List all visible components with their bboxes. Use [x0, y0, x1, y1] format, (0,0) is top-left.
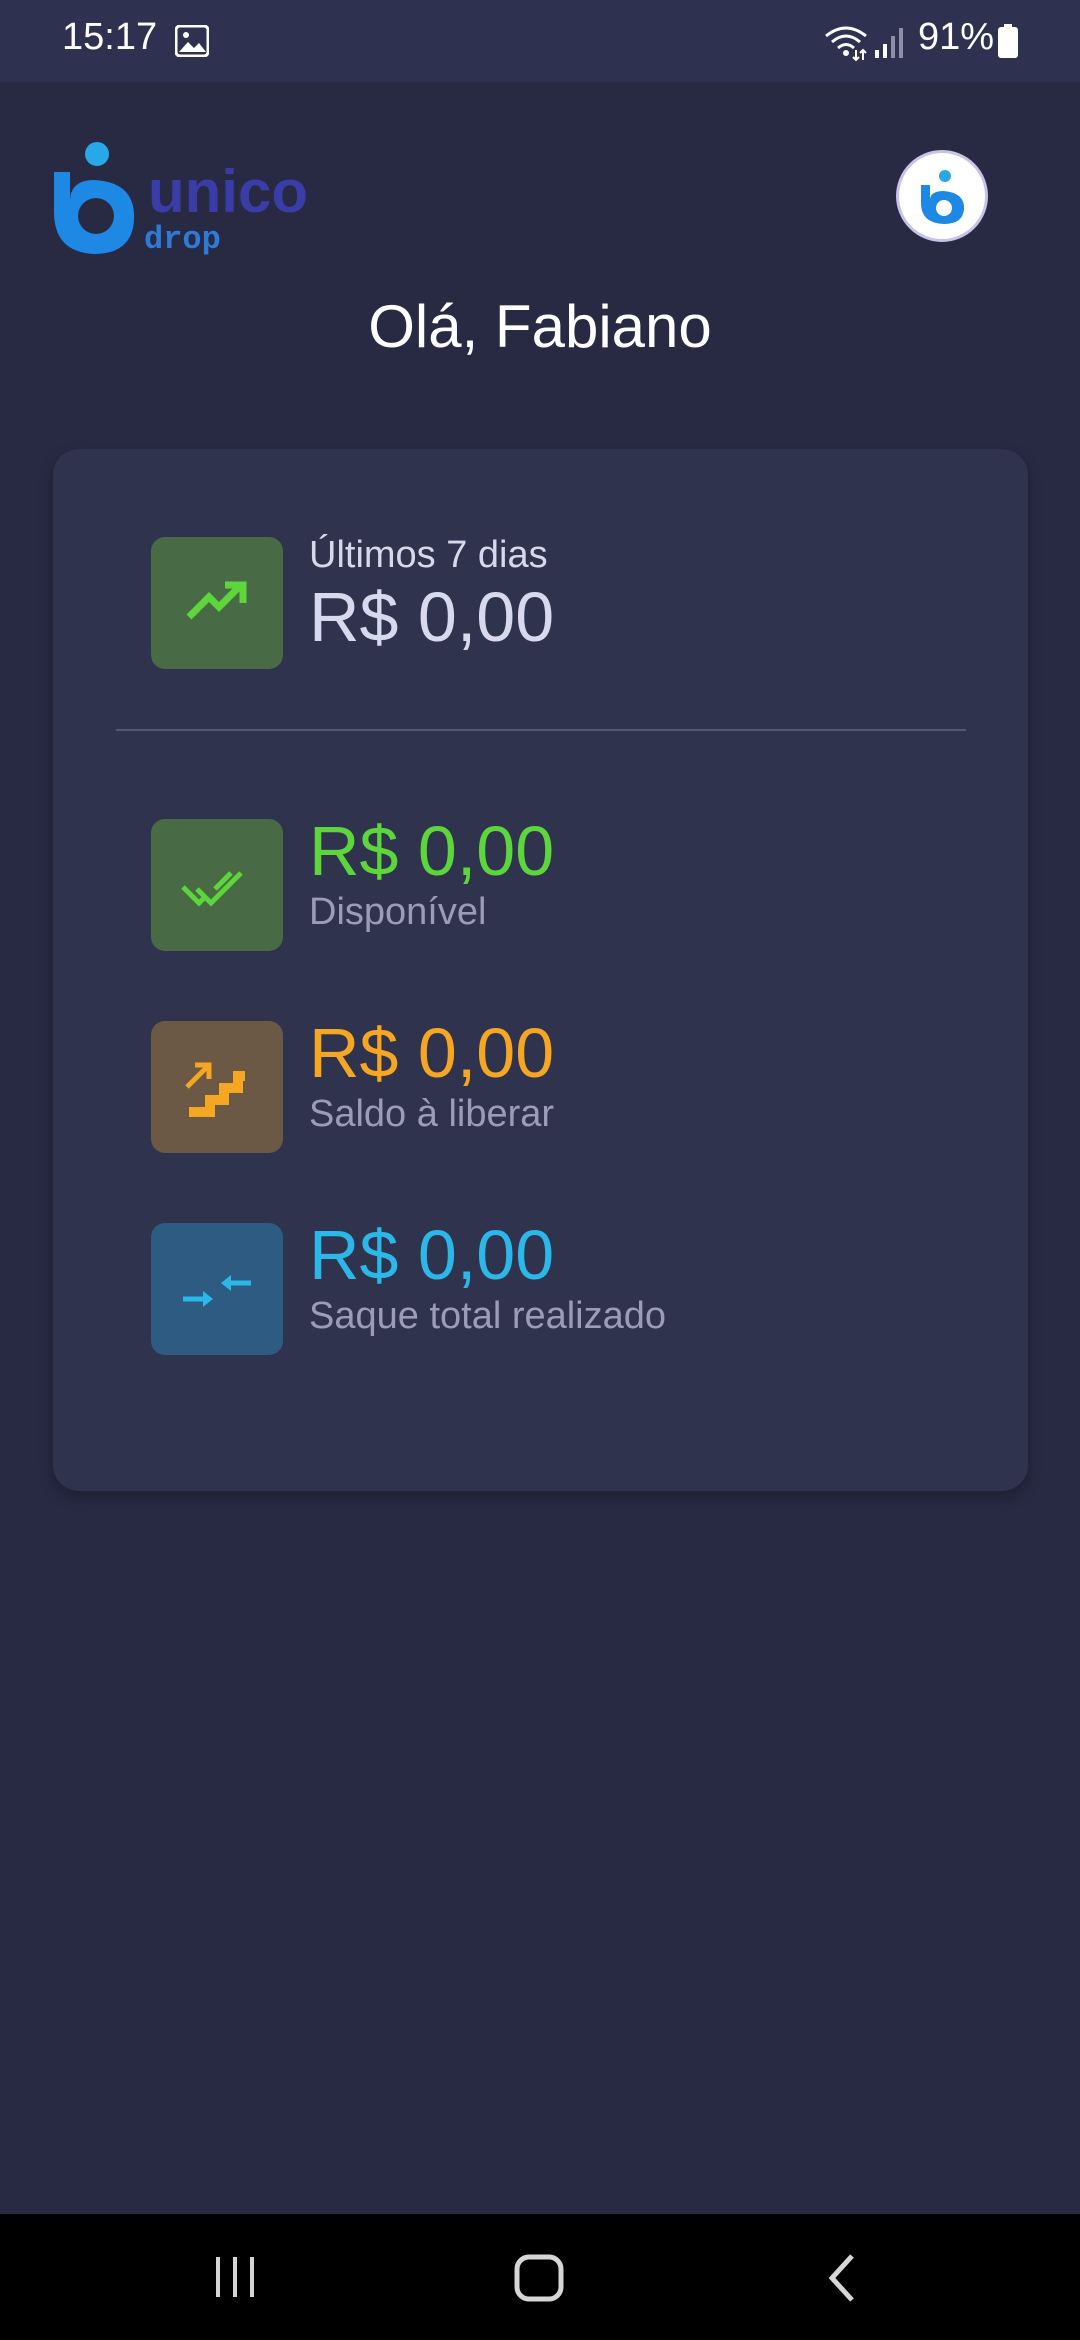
balance-summary-card: Últimos 7 dias R$ 0,00 R$ 0,00 Disponíve… — [53, 449, 1028, 1491]
trending-up-icon — [186, 581, 247, 620]
recent-apps-icon[interactable] — [210, 2255, 260, 2299]
double-check-icon — [181, 871, 243, 907]
greeting-title: Olá, Fabiano — [368, 293, 712, 360]
last7-summary: Últimos 7 dias R$ 0,00 — [309, 534, 554, 657]
withdrawn-value: R$ 0,00 — [309, 1216, 555, 1294]
profile-avatar[interactable] — [896, 150, 988, 242]
battery-percent: 91% — [918, 16, 995, 58]
available-value: R$ 0,00 — [309, 812, 555, 890]
svg-text:unico: unico — [148, 158, 308, 225]
home-icon[interactable] — [514, 2254, 564, 2302]
to-release-value: R$ 0,00 — [309, 1014, 555, 1092]
to-release-icon-box — [151, 1021, 283, 1153]
to-release-label: Saldo à liberar — [309, 1093, 555, 1135]
last7-value: R$ 0,00 — [309, 578, 555, 656]
withdrawn-label: Saque total realizado — [309, 1295, 667, 1337]
gallery-icon — [175, 25, 209, 57]
brand-logo: unico drop — [50, 140, 325, 258]
last7-icon-box — [151, 537, 283, 669]
withdrawn-icon-box — [151, 1223, 283, 1355]
signal-icon — [875, 28, 903, 58]
compare-arrows-icon — [183, 1275, 251, 1307]
card-divider — [116, 729, 966, 731]
status-time: 15:17 — [62, 16, 158, 58]
withdrawn-summary: R$ 0,00 Saque total realizado — [309, 1215, 666, 1338]
unico-drop-logo-icon: unico drop — [54, 142, 308, 258]
svg-text:drop: drop — [144, 221, 221, 258]
status-bar: 15:17 91% — [0, 0, 1080, 82]
brand-avatar-icon — [921, 170, 965, 224]
back-icon[interactable] — [822, 2252, 862, 2304]
battery-icon — [998, 24, 1018, 58]
last7-label: Últimos 7 dias — [309, 534, 548, 576]
available-label: Disponível — [309, 891, 487, 933]
to-release-summary: R$ 0,00 Saldo à liberar — [309, 1013, 554, 1136]
available-icon-box — [151, 819, 283, 951]
wifi-icon — [825, 26, 867, 62]
available-summary: R$ 0,00 Disponível — [309, 811, 554, 934]
stairs-icon — [185, 1062, 245, 1117]
